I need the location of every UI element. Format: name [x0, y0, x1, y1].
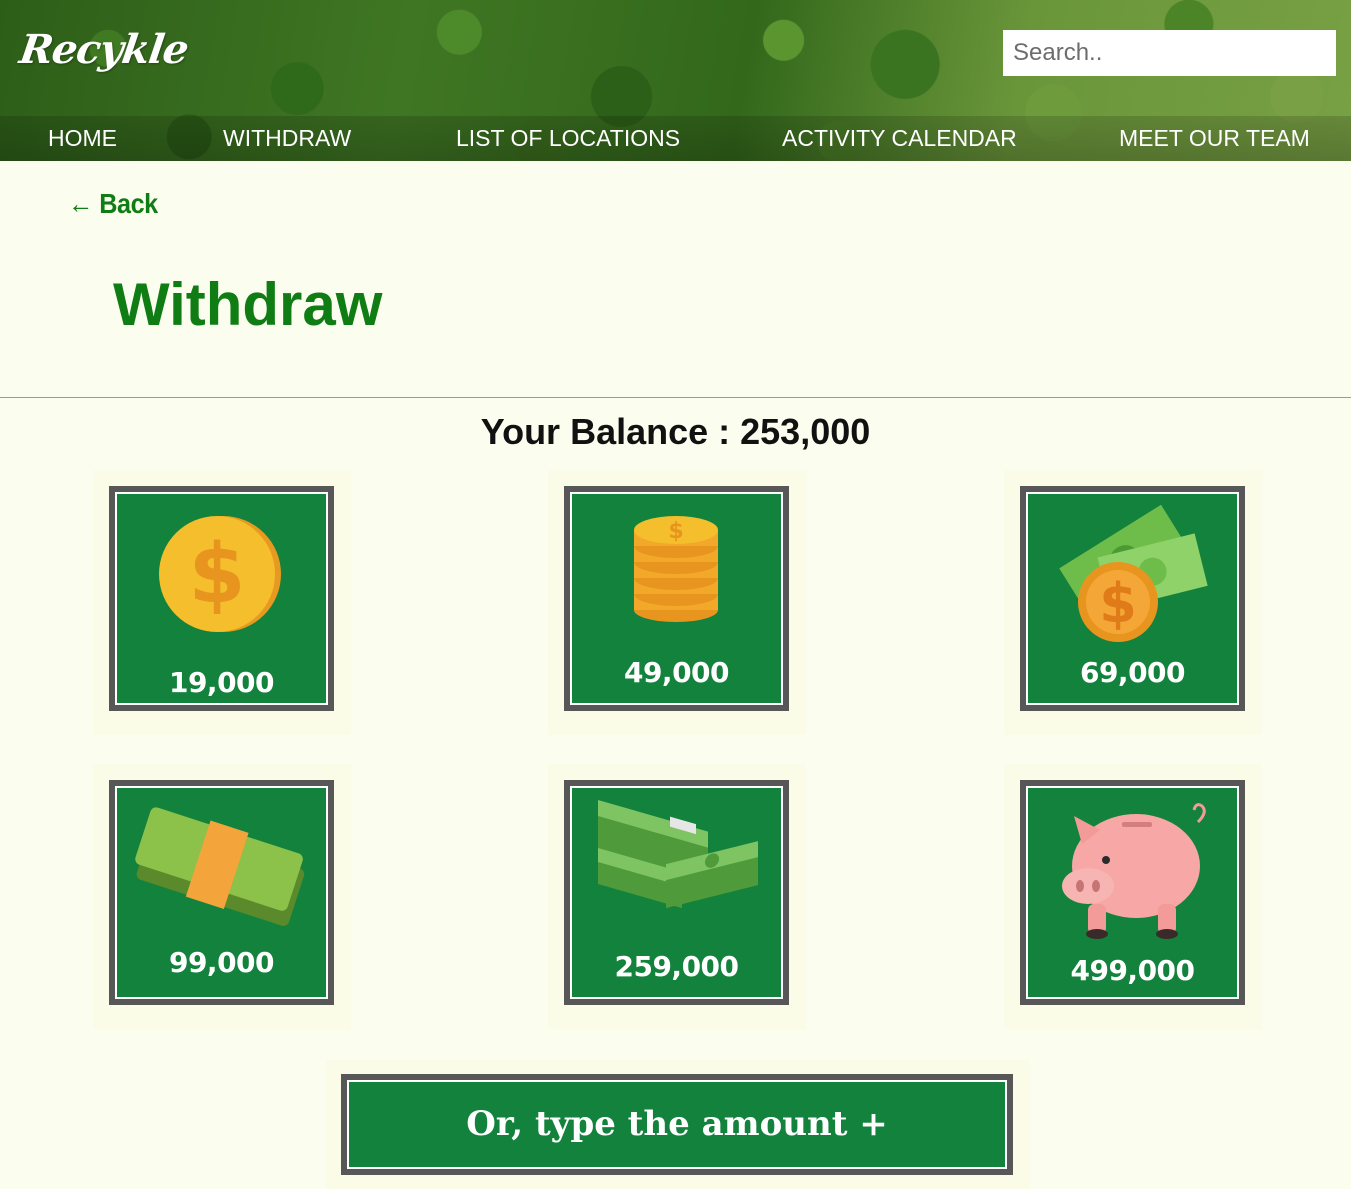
nav-list-of-locations[interactable]: LIST OF LOCATIONS — [456, 125, 680, 152]
option-amount: 49,000 — [623, 656, 730, 689]
svg-text:$: $ — [1099, 572, 1137, 635]
logo[interactable]: Recykle — [17, 26, 191, 73]
withdraw-option-99000[interactable]: 99,000 — [109, 780, 334, 1005]
withdraw-option-19000[interactable]: $ 19,000 — [109, 486, 334, 711]
balance-text: Your Balance : 253,000 — [480, 411, 871, 452]
nav-bar: HOME WITHDRAW LIST OF LOCATIONS ACTIVITY… — [0, 116, 1351, 161]
nav-withdraw[interactable]: WITHDRAW — [223, 125, 351, 152]
svg-text:$: $ — [188, 527, 245, 622]
page-title: Withdraw — [113, 271, 383, 338]
withdraw-option-259000[interactable]: 259,000 — [564, 780, 789, 1005]
withdraw-option-499000[interactable]: 499,000 — [1020, 780, 1245, 1005]
withdraw-option-49000[interactable]: $ 49,000 — [564, 486, 789, 711]
option-amount: 69,000 — [1079, 656, 1186, 689]
search-input[interactable] — [1003, 30, 1336, 76]
divider — [0, 397, 1351, 398]
option-amount: 99,000 — [168, 946, 275, 979]
custom-amount-button[interactable]: Or, type the amount + — [341, 1074, 1013, 1175]
svg-text:$: $ — [668, 519, 683, 544]
back-link[interactable]: ← Back — [68, 188, 158, 220]
option-amount: 259,000 — [614, 950, 739, 983]
nav-meet-our-team[interactable]: MEET OUR TEAM — [1119, 125, 1310, 152]
option-amount: 19,000 — [168, 666, 275, 699]
header-banner: Recykle HOME WITHDRAW LIST OF LOCATIONS … — [0, 0, 1351, 161]
nav-activity-calendar[interactable]: ACTIVITY CALENDAR — [782, 125, 1017, 152]
option-amount: 499,000 — [1070, 954, 1195, 987]
withdraw-option-69000[interactable]: $ 69,000 — [1020, 486, 1245, 711]
nav-home[interactable]: HOME — [48, 125, 117, 152]
